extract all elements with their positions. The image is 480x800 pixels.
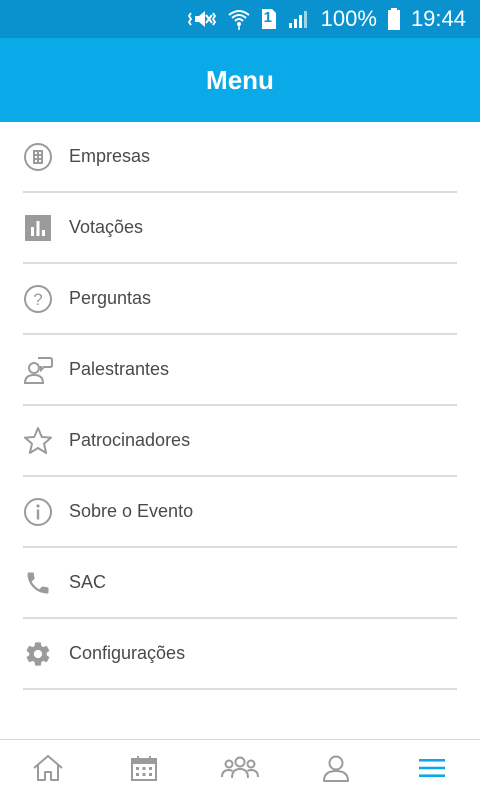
bottom-tab-bar	[0, 739, 480, 800]
menu-list: Empresas Votações ? Perguntas Palestrant…	[0, 122, 480, 690]
signal-icon	[287, 8, 311, 30]
sim-slot-number: 1	[263, 9, 272, 26]
info-icon	[23, 497, 53, 527]
building-icon	[23, 142, 53, 172]
mute-vibrate-icon	[187, 8, 217, 30]
page-title: Menu	[206, 64, 274, 95]
tab-people[interactable]	[192, 740, 288, 800]
menu-item-votacoes[interactable]: Votações	[23, 193, 457, 264]
people-icon	[221, 754, 259, 787]
menu-item-label: SAC	[69, 572, 107, 592]
menu-item-empresas[interactable]: Empresas	[23, 122, 457, 193]
menu-item-label: Votações	[69, 217, 144, 237]
menu-item-label: Palestrantes	[69, 359, 170, 379]
status-bar: 1 100% 19:44	[0, 0, 480, 38]
menu-item-perguntas[interactable]: ? Perguntas	[23, 264, 457, 335]
menu-item-label: Sobre o Evento	[69, 501, 194, 521]
question-icon: ?	[23, 284, 53, 314]
tab-menu[interactable]	[384, 740, 480, 800]
svg-text:?: ?	[33, 290, 42, 309]
menu-item-palestrantes[interactable]: Palestrantes	[23, 335, 457, 406]
tab-home[interactable]	[0, 740, 96, 800]
home-icon	[31, 753, 65, 788]
app-header: Menu	[0, 38, 480, 122]
hamburger-menu-icon	[418, 756, 446, 785]
clock: 19:44	[410, 6, 466, 31]
menu-item-configuracoes[interactable]: Configurações	[23, 619, 457, 690]
tab-profile[interactable]	[288, 740, 384, 800]
battery-icon	[387, 7, 401, 31]
profile-icon	[321, 753, 351, 788]
menu-item-sobre-o-evento[interactable]: Sobre o Evento	[23, 477, 457, 548]
tab-calendar[interactable]	[96, 740, 192, 800]
menu-item-patrocinadores[interactable]: Patrocinadores	[23, 406, 457, 477]
battery-percentage: 100%	[320, 6, 377, 31]
gear-icon	[23, 639, 53, 669]
wifi-icon	[227, 7, 251, 31]
calendar-icon	[130, 754, 158, 787]
star-icon	[23, 426, 53, 456]
menu-item-label: Empresas	[69, 146, 151, 166]
menu-item-label: Perguntas	[69, 288, 152, 308]
bar-chart-icon	[23, 213, 53, 243]
menu-item-sac[interactable]: SAC	[23, 548, 457, 619]
speaker-icon	[23, 355, 53, 385]
sim-icon: 1	[261, 8, 277, 30]
menu-item-label: Configurações	[69, 643, 186, 663]
menu-item-label: Patrocinadores	[69, 430, 191, 450]
phone-icon	[23, 568, 53, 598]
